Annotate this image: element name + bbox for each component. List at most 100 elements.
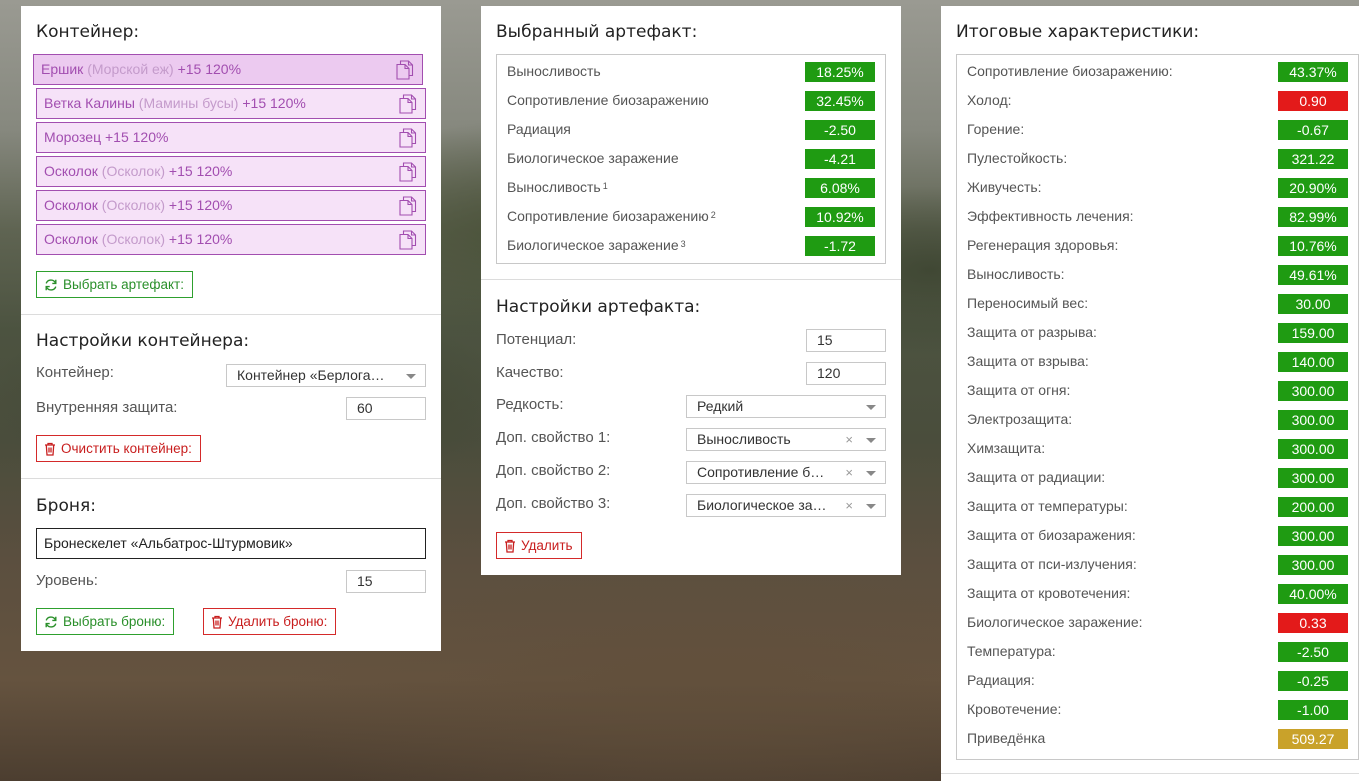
stat-label: Защита от радиации: bbox=[967, 469, 1106, 485]
middle-panel: Выбранный артефакт: Выносливость 18.25% Со… bbox=[481, 6, 901, 575]
artifact-bonus: +15 120% bbox=[168, 231, 233, 247]
refresh-icon bbox=[45, 615, 57, 628]
stat-row: Выносливость: 49.61% bbox=[957, 261, 1358, 290]
copy-icon[interactable] bbox=[399, 94, 417, 114]
stat-row: Защита от огня: 300.00 bbox=[957, 377, 1358, 406]
stat-row: Выносливость 1 6.08% bbox=[497, 174, 885, 203]
container-artifact-item[interactable]: Осколок (Осколок) +15 120% bbox=[36, 190, 426, 221]
prop1-select[interactable]: Выносливость × bbox=[686, 428, 886, 451]
stat-row: Биологическое заражение -4.21 bbox=[497, 145, 885, 174]
stat-name: Регенерация здоровья: bbox=[967, 237, 1118, 253]
chevron-down-icon bbox=[866, 471, 876, 476]
stat-value-badge: 32.45% bbox=[805, 91, 875, 111]
total-stats-list: Сопротивление биозаражению: 43.37% Холод: 0… bbox=[956, 54, 1359, 760]
stat-label: Защита от разрыва: bbox=[967, 324, 1097, 340]
prop3-label: Доп. свойство 3: bbox=[496, 495, 611, 512]
stat-value-badge: 300.00 bbox=[1278, 526, 1348, 546]
stat-name: Горение: bbox=[967, 121, 1024, 137]
container-artifact-item[interactable]: Осколок (Осколок) +15 120% bbox=[36, 224, 426, 255]
delete-armor-label: Удалить броню: bbox=[228, 614, 328, 629]
stat-row: Защита от температуры: 200.00 bbox=[957, 493, 1358, 522]
armor-level-input[interactable]: 15 bbox=[346, 570, 426, 593]
stat-name: Защита от кровотечения: bbox=[967, 585, 1130, 601]
clear-container-button[interactable]: Очистить контейнер: bbox=[36, 435, 201, 462]
stat-value-badge: -0.25 bbox=[1278, 671, 1348, 691]
rarity-select[interactable]: Редкий bbox=[686, 395, 886, 418]
prop2-label: Доп. свойство 2: bbox=[496, 462, 611, 479]
stat-value-badge: 6.08% bbox=[805, 178, 875, 198]
stat-row: Защита от биозаражения: 300.00 bbox=[957, 522, 1358, 551]
stat-value-badge: 49.61% bbox=[1278, 265, 1348, 285]
stat-name: Выносливость bbox=[507, 63, 601, 79]
stat-name: Защита от радиации: bbox=[967, 469, 1105, 485]
armor-name-field[interactable]: Бронескелет «Альбатрос-Штурмовик» bbox=[36, 528, 426, 559]
potential-input[interactable]: 15 bbox=[806, 329, 886, 352]
stat-name: Защита от разрыва: bbox=[967, 324, 1097, 340]
stat-name: Сопротивление биозаражению: bbox=[967, 63, 1173, 79]
copy-icon[interactable] bbox=[399, 230, 417, 250]
prop2-select[interactable]: Сопротивление б… × bbox=[686, 461, 886, 484]
trash-icon bbox=[212, 615, 222, 629]
stat-row: Радиация -2.50 bbox=[497, 116, 885, 145]
stat-row: Пулестойкость: 321.22 bbox=[957, 145, 1358, 174]
prop3-select[interactable]: Биологическое за… × bbox=[686, 494, 886, 517]
stat-name: Живучесть: bbox=[967, 179, 1042, 195]
total-stats-title: Итоговые характеристики: bbox=[956, 22, 1200, 42]
copy-icon[interactable] bbox=[396, 60, 414, 80]
container-artifact-item[interactable]: Морозец +15 120% bbox=[36, 122, 426, 153]
delete-artifact-label: Удалить bbox=[521, 538, 573, 553]
stat-row: Биологическое заражение: 0.33 bbox=[957, 609, 1358, 638]
stat-label: Биологическое заражение bbox=[507, 237, 679, 253]
stat-value-badge: 509.27 bbox=[1278, 729, 1348, 749]
armor-level-label: Уровень: bbox=[36, 572, 98, 589]
artifact-name: Ветка Калины bbox=[44, 95, 135, 111]
stat-value-badge: 300.00 bbox=[1278, 555, 1348, 575]
stat-footnote: 3 bbox=[680, 239, 686, 249]
stat-footnote: 1 bbox=[602, 181, 608, 191]
stat-value-badge: 321.22 bbox=[1278, 149, 1348, 169]
protection-input[interactable]: 60 bbox=[346, 397, 426, 420]
artifact-original-name: (Осколок) bbox=[101, 163, 165, 179]
clear-icon[interactable]: × bbox=[845, 462, 853, 483]
container-artifact-item[interactable]: Ветка Калины (Мамины бусы) +15 120% bbox=[36, 88, 426, 119]
stat-name: Защита от биозаражения: bbox=[967, 527, 1136, 543]
stat-name: Сопротивление биозаражению bbox=[507, 92, 709, 108]
stat-name: Биологическое заражение 3 bbox=[507, 237, 686, 253]
stat-name: Биологическое заражение: bbox=[967, 614, 1143, 630]
delete-armor-button[interactable]: Удалить броню: bbox=[203, 608, 337, 635]
select-armor-label: Выбрать броню: bbox=[63, 614, 166, 629]
container-artifact-item[interactable]: Ершик (Морской еж) +15 120% bbox=[33, 54, 423, 85]
container-label: Контейнер: bbox=[36, 364, 114, 381]
select-artifact-button[interactable]: Выбрать артефакт: bbox=[36, 271, 193, 298]
container-select[interactable]: Контейнер «Берлога… bbox=[226, 364, 426, 387]
stat-label: Электрозащита: bbox=[967, 411, 1073, 427]
copy-icon[interactable] bbox=[399, 196, 417, 216]
chevron-down-icon bbox=[866, 504, 876, 509]
copy-icon[interactable] bbox=[399, 162, 417, 182]
stat-row: Защита от радиации: 300.00 bbox=[957, 464, 1358, 493]
stat-value-badge: -0.67 bbox=[1278, 120, 1348, 140]
artifact-original-name: (Мамины бусы) bbox=[138, 95, 239, 111]
artifact-bonus: +15 120% bbox=[104, 129, 169, 145]
container-artifact-item[interactable]: Осколок (Осколок) +15 120% bbox=[36, 156, 426, 187]
clear-icon[interactable]: × bbox=[845, 429, 853, 450]
stat-label: Регенерация здоровья: bbox=[967, 237, 1119, 253]
divider bbox=[21, 478, 441, 479]
stat-value-badge: -2.50 bbox=[805, 120, 875, 140]
select-armor-button[interactable]: Выбрать броню: bbox=[36, 608, 175, 635]
stat-label: Сопротивление биозаражению bbox=[507, 208, 709, 224]
stat-label: Переносимый вес: bbox=[967, 295, 1089, 311]
stat-label: Выносливость: bbox=[967, 266, 1065, 282]
copy-icon[interactable] bbox=[399, 128, 417, 148]
stat-value-badge: 18.25% bbox=[805, 62, 875, 82]
quality-input[interactable]: 120 bbox=[806, 362, 886, 385]
stat-label: Приведёнка bbox=[967, 730, 1046, 746]
stat-name: Переносимый вес: bbox=[967, 295, 1088, 311]
stat-value-badge: 200.00 bbox=[1278, 497, 1348, 517]
delete-artifact-button[interactable]: Удалить bbox=[496, 532, 582, 559]
artifact-name: Морозец bbox=[44, 129, 102, 145]
clear-icon[interactable]: × bbox=[845, 495, 853, 516]
stat-name: Пулестойкость: bbox=[967, 150, 1067, 166]
stat-label: Защита от огня: bbox=[967, 382, 1071, 398]
artifact-bonus: +15 120% bbox=[242, 95, 306, 111]
